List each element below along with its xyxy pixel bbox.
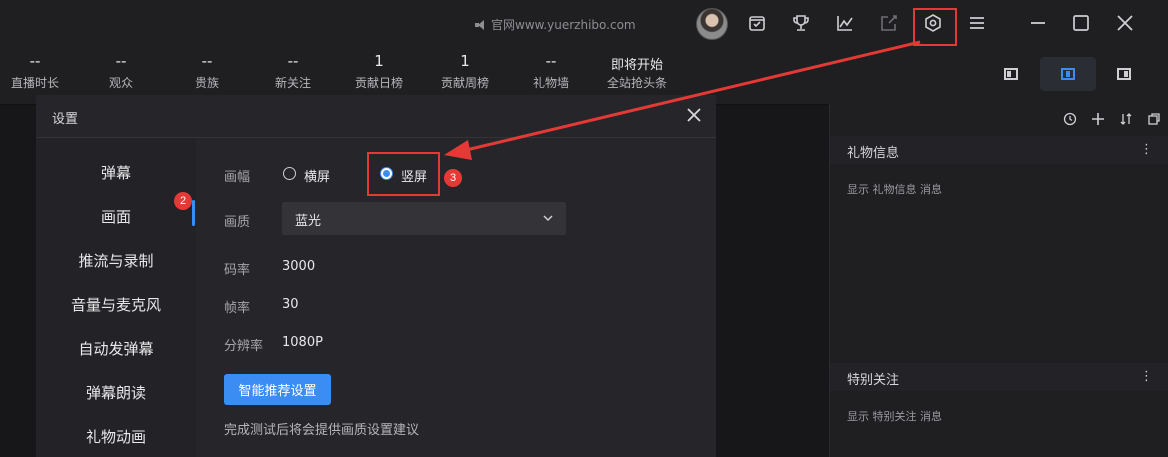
site-text: 官网www.yuerzhibo.com xyxy=(491,18,636,32)
layout-right-button[interactable] xyxy=(1107,57,1141,91)
panel-toolbar xyxy=(1063,112,1161,130)
smart-recommend-button[interactable]: 智能推荐设置 xyxy=(224,374,331,405)
frame-label: 画幅 xyxy=(224,170,251,185)
chevron-down-icon xyxy=(543,215,553,222)
popout-icon[interactable] xyxy=(1147,112,1161,130)
badge-3: 3 xyxy=(444,169,462,187)
layout-left-icon xyxy=(1004,68,1018,80)
settings-highlight xyxy=(913,8,957,46)
site-link[interactable]: 官网www.yuerzhibo.com xyxy=(475,16,636,33)
badge-2: 2 xyxy=(174,192,192,210)
layout-center-button[interactable] xyxy=(1040,57,1096,91)
gift-info-more-icon[interactable]: ⋮ xyxy=(1140,142,1153,157)
resolution-value: 1080P xyxy=(282,335,323,350)
sidebar-item-stream-record[interactable]: 推流与录制 xyxy=(36,250,196,271)
close-icon[interactable] xyxy=(1112,10,1138,36)
stat-nobles[interactable]: -- 贵族 xyxy=(162,48,252,91)
sidebar-active-indicator xyxy=(192,200,195,226)
gift-info-title: 礼物信息 xyxy=(847,146,900,161)
sidebar-item-danmaku-read[interactable]: 弹幕朗读 xyxy=(36,382,196,403)
layout-center-icon xyxy=(1061,68,1075,80)
stat-daily-rank[interactable]: 1 贡献日榜 xyxy=(334,48,424,91)
sidebar-item-gift-animation[interactable]: 礼物动画 xyxy=(36,426,196,447)
dialog-close-icon[interactable] xyxy=(684,105,704,125)
history-icon[interactable] xyxy=(1063,112,1077,130)
quality-tip: 完成测试后将会提供画质设置建议 xyxy=(224,423,420,438)
sidebar-item-audio-mic[interactable]: 音量与麦克风 xyxy=(36,294,196,315)
resolution-label: 分辨率 xyxy=(224,339,264,354)
stat-weekly-rank[interactable]: 1 贡献周榜 xyxy=(420,48,510,91)
layout-right-icon xyxy=(1117,68,1131,80)
right-panel: 礼物信息 ⋮ 显示 礼物信息 消息 特别关注 ⋮ 显示 特别关注 消息 xyxy=(829,104,1168,457)
settings-sidebar: 弹幕 画面 推流与录制 音量与麦克风 自动发弹幕 弹幕朗读 礼物动画 xyxy=(36,138,196,457)
share-icon[interactable] xyxy=(876,10,902,36)
stat-audience[interactable]: -- 观众 xyxy=(76,48,166,91)
special-follow-more-icon[interactable]: ⋮ xyxy=(1140,369,1153,384)
sidebar-item-auto-danmaku[interactable]: 自动发弹幕 xyxy=(36,338,196,359)
fps-value: 30 xyxy=(282,297,299,312)
speaker-icon xyxy=(475,19,486,30)
sort-icon[interactable] xyxy=(1119,112,1133,130)
maximize-icon[interactable] xyxy=(1068,10,1094,36)
sidebar-item-picture[interactable]: 画面 xyxy=(36,206,196,227)
chart-icon[interactable] xyxy=(832,10,858,36)
special-follow-title: 特别关注 xyxy=(847,373,900,388)
stat-gift-wall[interactable]: -- 礼物墙 xyxy=(506,48,596,91)
bitrate-value: 3000 xyxy=(282,259,316,274)
minimize-icon[interactable] xyxy=(1025,10,1051,36)
quality-label: 画质 xyxy=(224,215,251,230)
fps-label: 帧率 xyxy=(224,301,251,316)
trophy-icon[interactable] xyxy=(788,10,814,36)
portrait-highlight xyxy=(367,152,440,196)
stat-new-follow[interactable]: -- 新关注 xyxy=(248,48,338,91)
sidebar-item-danmaku[interactable]: 弹幕 xyxy=(36,162,196,183)
add-icon[interactable] xyxy=(1091,112,1105,130)
layout-left-button[interactable] xyxy=(994,57,1028,91)
special-follow-message: 显示 特别关注 消息 xyxy=(847,410,942,423)
stat-headline[interactable]: 即将开始 全站抢头条 xyxy=(592,48,682,91)
stat-duration[interactable]: -- 直播时长 xyxy=(0,48,80,91)
bitrate-label: 码率 xyxy=(224,263,251,278)
avatar[interactable] xyxy=(696,8,728,40)
radio-landscape[interactable] xyxy=(283,167,296,180)
settings-dialog: 设置 弹幕 画面 推流与录制 音量与麦克风 自动发弹幕 弹幕朗读 礼物动画 2 … xyxy=(36,95,716,457)
bag-icon[interactable] xyxy=(744,10,770,36)
quality-value: 蓝光 xyxy=(295,214,322,229)
quality-select[interactable]: 蓝光 xyxy=(282,202,566,235)
gift-info-message: 显示 礼物信息 消息 xyxy=(847,183,942,196)
title-bar: 官网www.yuerzhibo.com 1 xyxy=(0,0,1168,67)
dialog-title: 设置 xyxy=(52,112,79,127)
dialog-header: 设置 xyxy=(36,95,716,138)
menu-icon[interactable] xyxy=(964,10,990,36)
landscape-label[interactable]: 横屏 xyxy=(304,166,330,185)
